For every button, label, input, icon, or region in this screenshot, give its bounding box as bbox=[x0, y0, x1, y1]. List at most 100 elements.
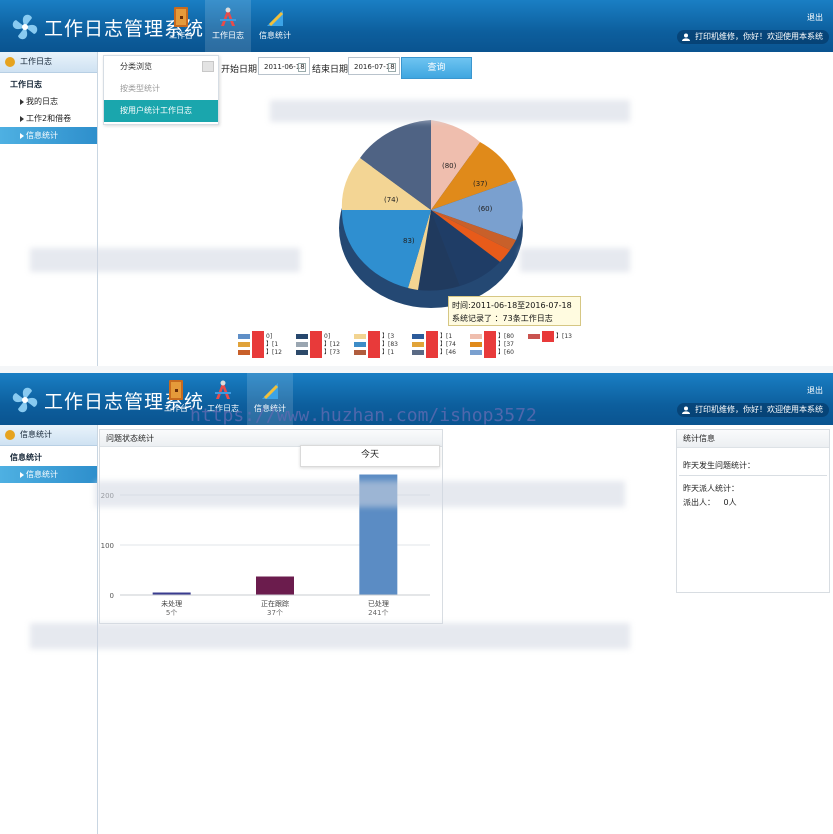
legend-swatch bbox=[354, 334, 366, 339]
ruler-pencil-icon bbox=[262, 383, 279, 400]
legend-item[interactable]: 】[60 bbox=[470, 347, 530, 358]
legend-swatch bbox=[354, 342, 366, 347]
blurred-text-right bbox=[520, 248, 630, 272]
sidebar-item-label: 信息统计 bbox=[26, 131, 58, 140]
query-button[interactable]: 查询 bbox=[401, 57, 472, 79]
legend-swatch bbox=[296, 342, 308, 347]
sidebar-item-work-borrow[interactable]: 工作2和借卷 bbox=[0, 110, 97, 127]
ruler-pencil-icon bbox=[267, 10, 284, 27]
sidebar-item-statistics[interactable]: 信息统计 bbox=[0, 127, 97, 144]
nav-workbench-label: 工作台 bbox=[164, 404, 188, 413]
blurred-text-top bbox=[270, 100, 630, 122]
pie-tooltip: 时间:2011-06-18至2016-07-18 系统记录了 ：73条工作日志 bbox=[448, 296, 581, 326]
sidebar: 工作日志 工作日志 我的日志 工作2和借卷 信息统计 bbox=[0, 52, 98, 366]
submenu-by-user[interactable]: 按用户统计工作日志 bbox=[104, 100, 218, 122]
submenu-by-type[interactable]: 按类型统计 bbox=[104, 78, 218, 100]
legend-swatch bbox=[528, 334, 540, 339]
legend-item[interactable]: 】[74 bbox=[412, 339, 472, 350]
legend-item[interactable]: 0] bbox=[296, 331, 356, 342]
legend-item[interactable]: 】[1 bbox=[412, 331, 472, 342]
legend-item[interactable]: 0] bbox=[238, 331, 298, 342]
sidebar-group-label: 工作日志 bbox=[10, 80, 42, 89]
pie-label-60: (60) bbox=[478, 205, 493, 213]
legend-swatch bbox=[470, 350, 482, 355]
legend-item[interactable]: 】[37 bbox=[470, 339, 530, 350]
legend-text: 】[60 bbox=[498, 349, 514, 356]
x-category-label: 已处理 bbox=[368, 599, 389, 608]
sidebar-dot-icon bbox=[5, 430, 15, 440]
legend-item[interactable]: 】[3 bbox=[354, 331, 414, 342]
x-category-count: 37个 bbox=[267, 609, 283, 617]
legend-swatch bbox=[412, 342, 424, 347]
legend-swatch bbox=[412, 334, 424, 339]
bar-1[interactable] bbox=[256, 576, 294, 596]
stat-yesterday-dispatch: 昨天派人统计： bbox=[683, 484, 739, 493]
book-icon bbox=[174, 7, 188, 27]
bottom-screen: 工作日志管理系统 工作台 工作日志 信息统计 退出 打印机维修，你好！欢迎使用本… bbox=[0, 373, 833, 834]
nav-workbench[interactable]: 工作台 bbox=[158, 0, 204, 52]
legend-text: 】[12 bbox=[324, 341, 340, 348]
legend-item[interactable]: 】[1 bbox=[354, 347, 414, 358]
logout-link[interactable]: 退出 bbox=[807, 12, 823, 23]
y-tick-label: 100 bbox=[101, 542, 114, 550]
pinwheel-logo-icon bbox=[12, 387, 38, 413]
collapse-icon[interactable] bbox=[202, 61, 214, 72]
redaction-block bbox=[252, 347, 264, 358]
compass-icon bbox=[220, 7, 236, 26]
sidebar-group-worklog[interactable]: 工作日志 bbox=[0, 77, 97, 93]
redaction-block bbox=[426, 347, 438, 358]
legend-swatch bbox=[354, 350, 366, 355]
pie-chart: (80) (37) (60) (74) 83) bbox=[339, 120, 523, 308]
tooltip-line2: 系统记录了 ：73条工作日志 bbox=[452, 314, 553, 323]
start-date-input[interactable]: 2011-06-18 bbox=[258, 57, 310, 75]
pie-label-83: 83) bbox=[403, 237, 415, 245]
legend-text: 】[1 bbox=[382, 349, 395, 356]
welcome-text: 打印机维修，你好！欢迎使用本系统 bbox=[695, 405, 823, 414]
legend-item[interactable]: 】[12 bbox=[238, 347, 298, 358]
legend-item[interactable]: 】[13 bbox=[528, 331, 588, 342]
compass-icon bbox=[215, 380, 231, 399]
legend-text: 0] bbox=[324, 333, 331, 340]
legend-item[interactable]: 】[46 bbox=[412, 347, 472, 358]
redaction-block bbox=[484, 347, 496, 358]
legend-text: 】[37 bbox=[498, 341, 514, 348]
pie-label-80: (80) bbox=[442, 162, 457, 170]
calendar-icon[interactable] bbox=[298, 63, 306, 72]
calendar-icon[interactable] bbox=[388, 63, 396, 72]
logout-link[interactable]: 退出 bbox=[807, 385, 823, 396]
legend-text: 】[12 bbox=[266, 349, 282, 356]
redaction-block bbox=[542, 331, 554, 342]
legend-text: 】[80 bbox=[498, 333, 514, 340]
legend-swatch bbox=[238, 334, 250, 339]
redaction-block bbox=[310, 347, 322, 358]
x-category-count: 241个 bbox=[368, 609, 388, 617]
top-screen: 工作日志管理系统 工作台 工作日志 信息统计 退出 打印机维修，你好！欢迎使用本… bbox=[0, 0, 833, 366]
bar-chart: 0100200未处理5个正在跟踪37个已处理241个 bbox=[101, 474, 430, 617]
watermark-url: https://www.huzhan.com/ishop3572 bbox=[190, 405, 537, 426]
stat-info-title: 统计信息 bbox=[677, 430, 829, 448]
sidebar-item-label: 信息统计 bbox=[26, 470, 58, 479]
legend-swatch bbox=[470, 334, 482, 339]
y-tick-label: 0 bbox=[110, 592, 114, 600]
sidebar-group-statistics[interactable]: 信息统计 bbox=[0, 450, 97, 466]
submenu-browse[interactable]: 分类浏览 bbox=[104, 56, 218, 78]
stat-dispatcher: 派出人： 0人 bbox=[683, 497, 737, 508]
end-date-input[interactable]: 2016-07-18 bbox=[348, 57, 400, 75]
sidebar-header-label: 信息统计 bbox=[20, 430, 52, 439]
sidebar-header[interactable]: 信息统计 bbox=[0, 425, 97, 446]
legend-item[interactable]: 】[83 bbox=[354, 339, 414, 350]
sidebar-item-my-log[interactable]: 我的日志 bbox=[0, 93, 97, 110]
sidebar-header[interactable]: 工作日志 bbox=[0, 52, 97, 73]
stat-dispatcher-value: 0人 bbox=[723, 498, 737, 507]
nav-worklog[interactable]: 工作日志 bbox=[205, 0, 251, 52]
legend-item[interactable]: 】[12 bbox=[296, 339, 356, 350]
sidebar-group-label: 信息统计 bbox=[10, 453, 42, 462]
nav-statistics[interactable]: 信息统计 bbox=[252, 0, 298, 52]
sidebar-item-label: 工作2和借卷 bbox=[26, 114, 72, 123]
legend-item[interactable]: 】[73 bbox=[296, 347, 356, 358]
welcome-bar: 打印机维修，你好！欢迎使用本系统 bbox=[677, 30, 829, 44]
legend-item[interactable]: 】[1 bbox=[238, 339, 298, 350]
stat-dispatcher-label: 派出人： bbox=[683, 498, 715, 507]
legend-item[interactable]: 】[80 bbox=[470, 331, 530, 342]
sidebar-item-statistics[interactable]: 信息统计 bbox=[0, 466, 97, 483]
